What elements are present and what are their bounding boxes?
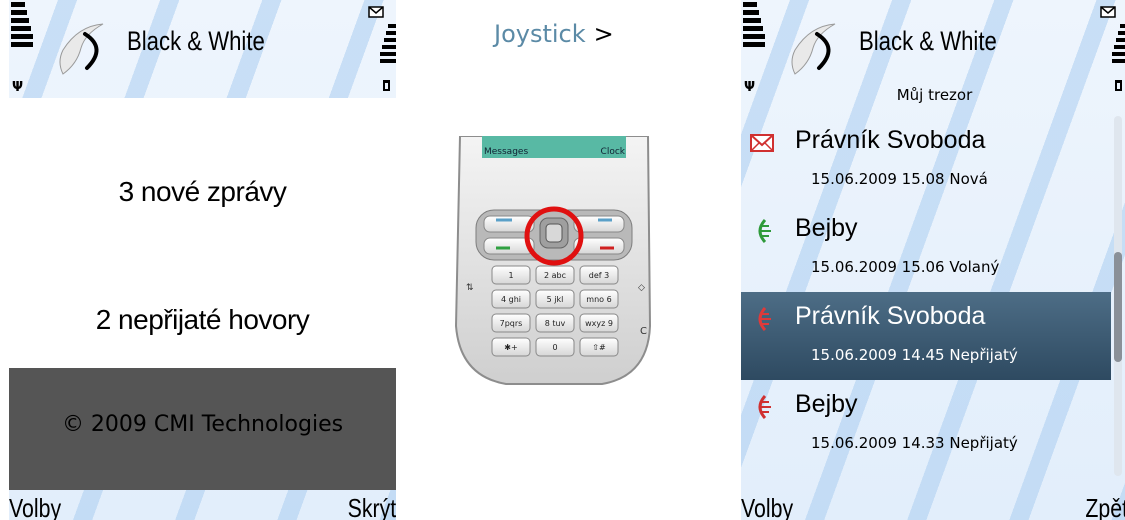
- key-7: 7pqrs: [500, 319, 523, 328]
- joystick-label: Joystick: [494, 20, 586, 48]
- right-phone-screen: Black & White Ψ Můj trezor Právník Svobo…: [741, 0, 1125, 520]
- app-logo-icon: [59, 23, 104, 75]
- battery-icon: [383, 80, 390, 91]
- list-item[interactable]: Bejby 15.06.2009 14.33 Nepřijatý: [741, 380, 1111, 468]
- item-detail: 15.06.2009 15.08 Nová: [811, 170, 988, 188]
- app-title: Black & White: [859, 26, 997, 56]
- key-4: 4 ghi: [501, 295, 521, 304]
- call-missed-icon: [758, 394, 771, 420]
- svg-text:⇅: ⇅: [466, 283, 474, 293]
- battery-level-icon: [1112, 24, 1125, 66]
- app-title: Black & White: [127, 26, 265, 56]
- softkey-hide[interactable]: Skrýt: [347, 493, 396, 520]
- list-item-selected[interactable]: Právník Svoboda 15.06.2009 14.45 Nepřija…: [741, 292, 1111, 380]
- phone-keypad-illustration: Messages Clock 1 2 abc def 3 4 ghi 5 jkl…: [454, 136, 652, 385]
- call-missed-icon: [758, 306, 771, 332]
- phone-screen-clock: Clock: [601, 147, 626, 157]
- view-subtitle: Můj trezor: [896, 86, 973, 104]
- item-detail: 15.06.2009 15.06 Volaný: [811, 258, 1000, 276]
- key-8: 8 tuv: [545, 319, 566, 328]
- softkey-back[interactable]: Zpět: [1085, 493, 1125, 520]
- new-messages-text[interactable]: 3 nové zprávy: [9, 176, 396, 208]
- item-name: Právník Svoboda: [795, 126, 986, 154]
- key-1: 1: [508, 271, 513, 280]
- key-3: def 3: [589, 271, 609, 280]
- app-logo-icon: [791, 23, 836, 75]
- item-name: Bejby: [795, 214, 858, 242]
- new-message-indicator-icon: [368, 6, 384, 18]
- item-name: Právník Svoboda: [795, 302, 986, 330]
- arrow-glyph: >: [593, 20, 614, 48]
- missed-calls-text[interactable]: 2 nepřijaté hovory: [9, 304, 396, 336]
- left-phone-screen: Black & White Ψ 3 nové zprávy 2 nepřijat…: [9, 0, 396, 520]
- key-0: 0: [552, 343, 557, 352]
- svg-text:◇: ◇: [638, 283, 645, 293]
- key-6: mno 6: [586, 295, 611, 304]
- status-bar: Black & White Ψ: [9, 0, 396, 100]
- status-bar: Black & White Ψ Můj trezor: [741, 0, 1125, 104]
- scrollbar-thumb[interactable]: [1114, 252, 1122, 362]
- call-outgoing-icon: [758, 218, 771, 244]
- key-9: wxyz 9: [585, 319, 613, 328]
- softkey-options[interactable]: Volby: [9, 493, 61, 520]
- vault-list: Právník Svoboda 15.06.2009 15.08 Nová Be…: [741, 116, 1111, 468]
- signal-strength-icon: [743, 2, 765, 50]
- copyright-text: © 2009 CMI Technologies: [61, 412, 344, 437]
- item-name: Bejby: [795, 390, 858, 418]
- new-message-indicator-icon: [1100, 6, 1116, 18]
- joystick-caption: Joystick >: [494, 20, 614, 48]
- svg-text:C: C: [640, 326, 647, 337]
- scrollbar[interactable]: [1114, 116, 1122, 476]
- list-item[interactable]: Právník Svoboda 15.06.2009 15.08 Nová: [741, 116, 1111, 204]
- notification-panel: 3 nové zprávy 2 nepřijaté hovory: [9, 98, 396, 368]
- phone-screen-messages: Messages: [484, 147, 528, 157]
- item-detail: 15.06.2009 14.33 Nepřijatý: [811, 434, 1018, 452]
- key-5: 5 jkl: [547, 295, 564, 304]
- signal-strength-icon: [11, 2, 33, 50]
- battery-level-icon: [380, 24, 396, 66]
- list-item[interactable]: Bejby 15.06.2009 15.06 Volaný: [741, 204, 1111, 292]
- softkey-options[interactable]: Volby: [741, 493, 793, 520]
- key-2: 2 abc: [544, 271, 566, 280]
- key-star: ✱+: [504, 343, 517, 352]
- item-detail: 15.06.2009 14.45 Nepřijatý: [811, 346, 1018, 364]
- envelope-icon: [750, 134, 774, 152]
- antenna-icon: Ψ: [12, 80, 24, 95]
- key-hash: ⇧#: [592, 343, 606, 352]
